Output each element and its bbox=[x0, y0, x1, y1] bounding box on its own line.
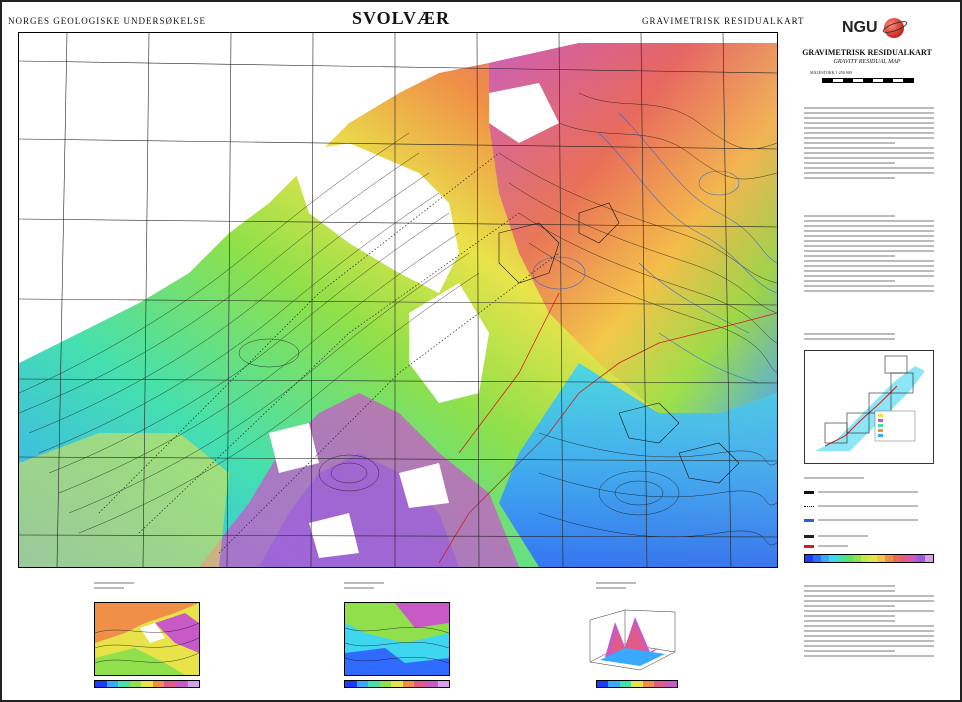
publisher-header: NORGES GEOLOGISKE UNDERSØKELSE bbox=[8, 16, 206, 26]
legend-row-4 bbox=[804, 532, 868, 540]
legend-row-5 bbox=[804, 542, 848, 550]
map-type-header: GRAVIMETRISK RESIDUALKART bbox=[642, 16, 805, 26]
index-map bbox=[804, 350, 934, 464]
legend-row-3 bbox=[804, 516, 918, 524]
inset-scale-2 bbox=[344, 680, 450, 688]
references-block bbox=[804, 582, 934, 660]
index-caption bbox=[804, 330, 934, 343]
description-block-1 bbox=[804, 104, 934, 182]
legend-subtitle: GRAVITY RESIDUAL MAP bbox=[833, 59, 901, 65]
inset-3d-model bbox=[580, 602, 684, 674]
inset-caption-2 bbox=[344, 579, 384, 592]
map-sheet-title: SVOLVÆR bbox=[352, 8, 451, 28]
inset-scale-1 bbox=[94, 680, 200, 688]
inset-map-bouguer bbox=[94, 602, 200, 676]
legend-row-1 bbox=[804, 488, 918, 496]
symbol-legend-title bbox=[804, 474, 864, 484]
legend-panel: NGU GRAVIMETRISK RESIDUALKART GRAVITY RE… bbox=[792, 12, 942, 692]
inset-caption-3 bbox=[596, 579, 636, 592]
scale-bar bbox=[822, 78, 914, 83]
description-block-2 bbox=[804, 212, 934, 295]
map-sheet: NORGES GEOLOGISKE UNDERSØKELSE SVOLVÆR G… bbox=[0, 0, 962, 702]
scale-label: MÅLESTOKK 1:250 000 bbox=[810, 70, 852, 75]
inset-caption-1 bbox=[94, 579, 134, 592]
legend-row-2 bbox=[804, 502, 918, 510]
inset-map-magnetic bbox=[344, 602, 450, 676]
gravity-map[interactable] bbox=[18, 32, 778, 568]
color-scale-bar bbox=[804, 554, 934, 563]
legend-title: GRAVIMETRISK RESIDUALKART bbox=[802, 48, 932, 57]
ngu-logo: NGU bbox=[842, 16, 922, 42]
gravity-map-canvas bbox=[19, 33, 777, 567]
inset-scale-3 bbox=[596, 680, 678, 688]
ngu-logo-text: NGU bbox=[842, 19, 878, 36]
